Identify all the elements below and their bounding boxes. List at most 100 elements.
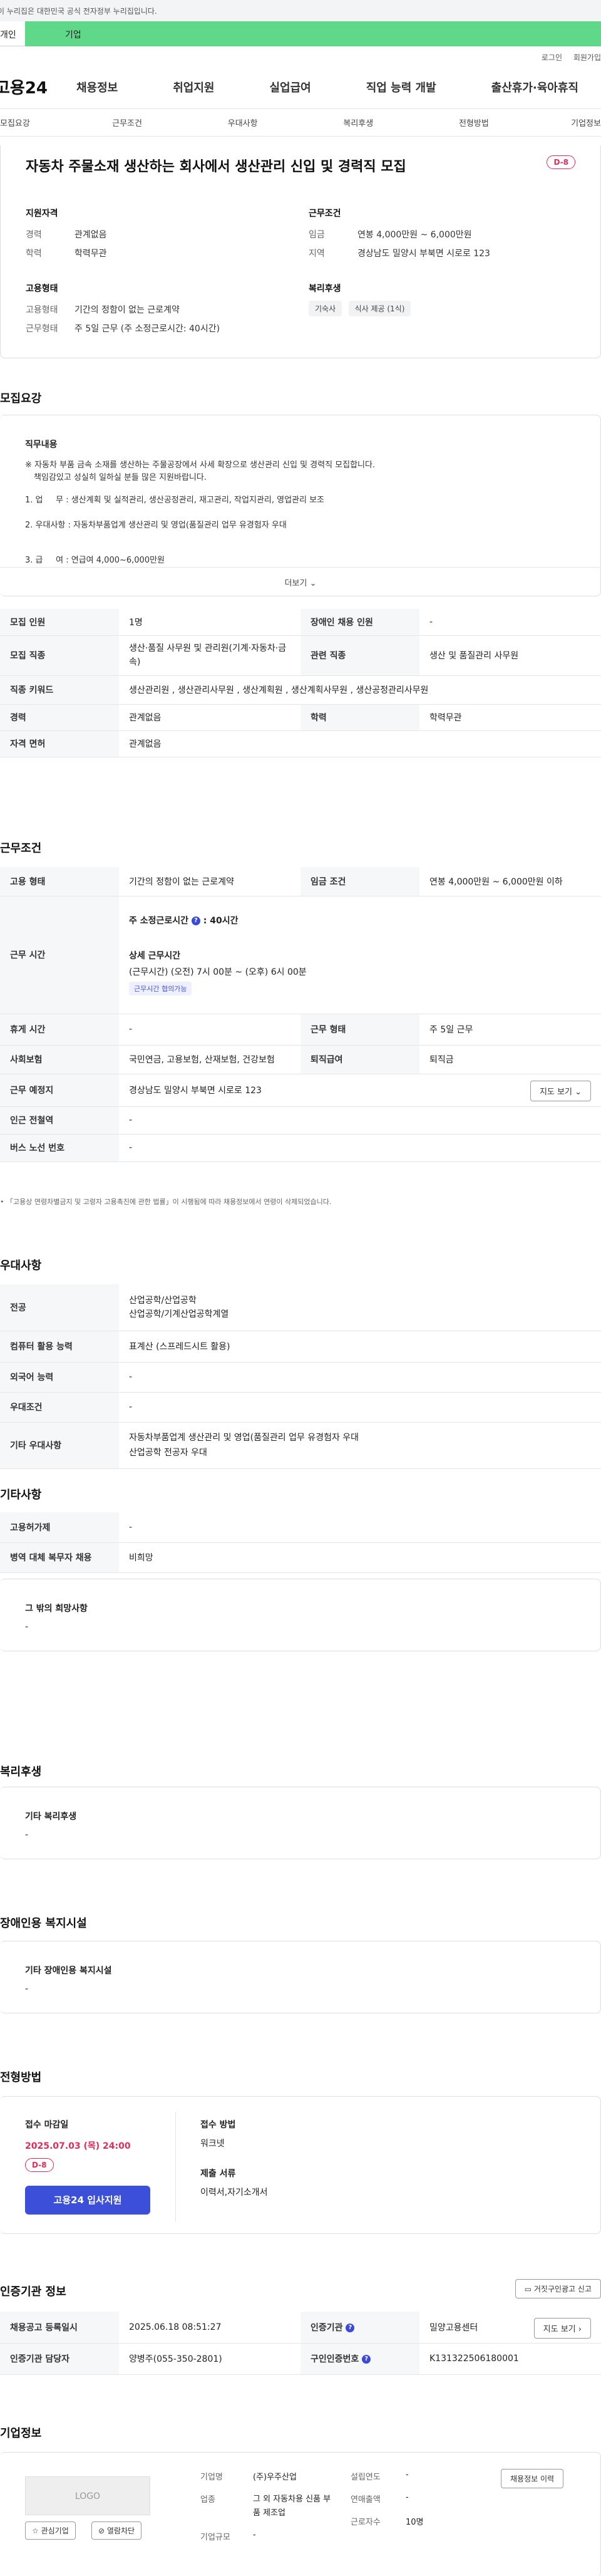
row-key: 구인인증번호 ? xyxy=(300,2343,419,2375)
row-value: 비희망 xyxy=(119,1542,601,1573)
row-value: - xyxy=(119,1362,601,1393)
block-button[interactable]: ⊘ 열람차단 xyxy=(91,2521,142,2540)
duty-label: 직무내용 xyxy=(25,440,58,450)
join-link[interactable]: 회원가입 xyxy=(573,53,601,62)
fake-ad-report-label: 거짓구인광고 신고 xyxy=(533,2285,592,2293)
login-link[interactable]: 로그인 xyxy=(542,53,562,62)
row-key: 기타 우대사항 xyxy=(0,1422,119,1469)
work-table: 고용 형태 기간의 정함이 없는 근로계약 임금 조건 연봉 4,000만원 ~… xyxy=(0,867,601,1162)
subnav-process[interactable]: 전형방법 xyxy=(416,117,532,128)
subnav-welfare[interactable]: 복리후생 xyxy=(300,117,416,128)
favorite-company-button[interactable]: ☆ 관심기업 xyxy=(25,2521,76,2540)
table-row: 외국어 능력 - xyxy=(0,1362,601,1393)
row-key: 외국어 능력 xyxy=(0,1362,119,1393)
info-icon[interactable]: ? xyxy=(191,917,200,925)
weekly-hours-value: 40시간 xyxy=(210,916,239,926)
row-value: 기간의 정함이 없는 근로계약 xyxy=(119,867,300,896)
company-card: LOGO ☆ 관심기업 ⊘ 열람차단 기업명 (주)우주산업 업종 그 외 자동… xyxy=(0,2452,601,2576)
deadline-label: 접수 마감일 xyxy=(25,2120,69,2130)
row-key: 학력 xyxy=(300,704,419,731)
table-row: 경력 관계없음 학력 학력무관 xyxy=(0,704,601,731)
other-wishes-value: - xyxy=(25,1622,29,1632)
gnb-jobs[interactable]: 채용정보 xyxy=(76,79,118,95)
recruit-history-button[interactable]: 채용정보 이력 xyxy=(501,2469,564,2488)
map-button[interactable]: 지도 보기 ⌄ xyxy=(530,1080,591,1101)
chevron-down-icon: ⌄ xyxy=(309,579,317,588)
agency-map-label: 지도 보기 xyxy=(543,2325,576,2334)
gov-banner: 이 누리집은 대한민국 공식 전자정부 누리집입니다. xyxy=(0,0,601,21)
chevron-down-icon: ⌄ xyxy=(575,1087,582,1097)
method-label: 접수 방법 xyxy=(200,2120,236,2130)
info-icon[interactable]: ? xyxy=(346,2323,355,2332)
row-value: - xyxy=(119,1392,601,1423)
tab-company[interactable]: 기업 xyxy=(25,21,601,46)
section-subnav: 모집요강 근무조건 우대사항 복리후생 전형방법 기업정보 xyxy=(0,109,601,137)
duty-line-1: ※ 자동차 부품 금속 소재를 생산하는 주물공장에서 사세 확장으로 생산관리… xyxy=(25,460,376,470)
row-key: 경력 xyxy=(0,704,119,731)
extra-pref-2: 산업공학 전공자 우대 xyxy=(129,1448,207,1458)
row-key: 퇴직급여 xyxy=(300,1045,419,1074)
block-label: 열람차단 xyxy=(106,2527,135,2535)
pref-table: 전공 산업공학/산업공학 산업공학/기계산업공학계열 컴퓨터 활용 능력 표계산 … xyxy=(0,1284,601,1469)
welfare-etc-label: 기타 복리후생 xyxy=(25,1812,77,1822)
row-value: 생산·품질 사무원 및 관리원(기계·자동차·금속) xyxy=(119,635,300,676)
welfare-section-title: 복리후생 xyxy=(0,1765,42,1779)
row-key: 모집 직종 xyxy=(0,635,119,676)
worktype-value: 주 5일 근무 (주 소정근로시간: 40시간) xyxy=(74,324,220,334)
favorite-company-label: 관심기업 xyxy=(41,2527,69,2535)
table-row: 버스 노선 번호 - xyxy=(0,1134,601,1162)
table-row: 인증기관 담당자 양병주(055-350-2801) 구인인증번호 ? K131… xyxy=(0,2343,601,2375)
row-key: 장애인 채용 인원 xyxy=(300,609,419,636)
gov-banner-text: 이 누리집은 대한민국 공식 전자정부 누리집입니다. xyxy=(0,7,157,16)
employees-value: 10명 xyxy=(406,2518,424,2527)
duty-card: 직무내용 ※ 자동차 부품 금속 소재를 생산하는 주물공장에서 사세 확장으로… xyxy=(0,415,601,596)
table-row: 채용공고 등록일시 2025.06.18 08:51:27 인증기관 ? 밀양고… xyxy=(0,2312,601,2344)
row-value: 국민연금, 고용보험, 산재보험, 건강보험 xyxy=(119,1045,300,1074)
deadline-value: 2025.07.03 (목) 24:00 xyxy=(25,2141,131,2151)
table-row: 사회보험 국민연금, 고용보험, 산재보험, 건강보험 퇴직급여 퇴직금 xyxy=(0,1045,601,1074)
worktype-key: 근무형태 xyxy=(26,324,58,334)
apply-button[interactable]: 고용24 입사지원 xyxy=(25,2186,150,2215)
tab-individual[interactable]: 개인 xyxy=(0,21,25,46)
table-row: 근무 시간 주 소정근로시간 ? : 40시간 상세 근무시간 (근무시간) (… xyxy=(0,896,601,1014)
row-value: 생산 및 품질관리 사무원 xyxy=(419,635,601,676)
row-key: 버스 노선 번호 xyxy=(0,1134,119,1162)
welfare-label: 복리후생 xyxy=(309,284,341,294)
subnav-pref[interactable]: 우대사항 xyxy=(185,117,300,128)
region-key: 지역 xyxy=(309,249,325,259)
agency-map-button[interactable]: 지도 보기 › xyxy=(533,2318,591,2339)
gnb-vocational-training[interactable]: 직업 능력 개발 xyxy=(366,79,436,95)
subnav-work[interactable]: 근무조건 xyxy=(69,117,185,128)
table-row: 모집 직종 생산·품질 사무원 및 관리원(기계·자동차·금속) 관련 직종 생… xyxy=(0,635,601,676)
gnb-employment-support[interactable]: 취업지원 xyxy=(173,79,214,95)
gnb-parental-leave[interactable]: 출산휴가·육아휴직 xyxy=(491,79,578,95)
recruit-table: 모집 인원 1명 장애인 채용 인원 - 모집 직종 생산·품질 사무원 및 관… xyxy=(0,609,601,757)
subnav-company[interactable]: 기업정보 xyxy=(532,117,601,128)
docs-value: 이력서,자기소개서 xyxy=(200,2188,268,2198)
row-key: 근무 형태 xyxy=(300,1014,419,1046)
disabled-section-title: 장애인용 복지시설 xyxy=(0,1917,87,1930)
career-key: 경력 xyxy=(26,230,42,240)
row-key: 휴게 시간 xyxy=(0,1014,119,1046)
gnb-unemployment-benefit[interactable]: 실업급여 xyxy=(270,79,311,95)
worktype-row: 근무형태 주 5일 근무 (주 소정근로시간: 40시간) xyxy=(26,322,220,335)
duty-line-4: 2. 우대사항 : 자동차부품업계 생산관리 및 영업(품질관리 업무 유경험자… xyxy=(25,521,287,530)
more-button[interactable]: 더보기 ⌄ xyxy=(0,567,601,596)
emptype-row: 고용형태 기간의 정함이 없는 근로계약 xyxy=(26,303,180,316)
job-summary-card: 자동차 주물소재 생산하는 회사에서 생산관리 신입 및 경력직 모집 D-8 … xyxy=(0,145,601,358)
wage-row: 임금 연봉 4,000만원 ~ 6,000만원 xyxy=(309,228,472,241)
table-row: 휴게 시간 - 근무 형태 주 5일 근무 xyxy=(0,1014,601,1046)
row-value: - xyxy=(119,1134,601,1162)
table-row: 고용허가제 - xyxy=(0,1512,601,1543)
agency-no-key: 구인인증번호 xyxy=(311,2354,359,2364)
row-key: 전공 xyxy=(0,1284,119,1331)
career-value: 관계없음 xyxy=(74,230,107,240)
site-logo[interactable]: 고용24 xyxy=(0,75,70,98)
wage-value: 연봉 4,000만원 ~ 6,000만원 xyxy=(357,230,472,240)
row-value: 관계없음 xyxy=(119,704,300,731)
row-key: 컴퓨터 활용 능력 xyxy=(0,1331,119,1363)
block-icon: ⊘ xyxy=(98,2527,105,2535)
subnav-recruit[interactable]: 모집요강 xyxy=(0,117,69,128)
fake-ad-report-button[interactable]: ▭ 거짓구인광고 신고 xyxy=(515,2279,601,2298)
info-icon[interactable]: ? xyxy=(362,2355,371,2364)
